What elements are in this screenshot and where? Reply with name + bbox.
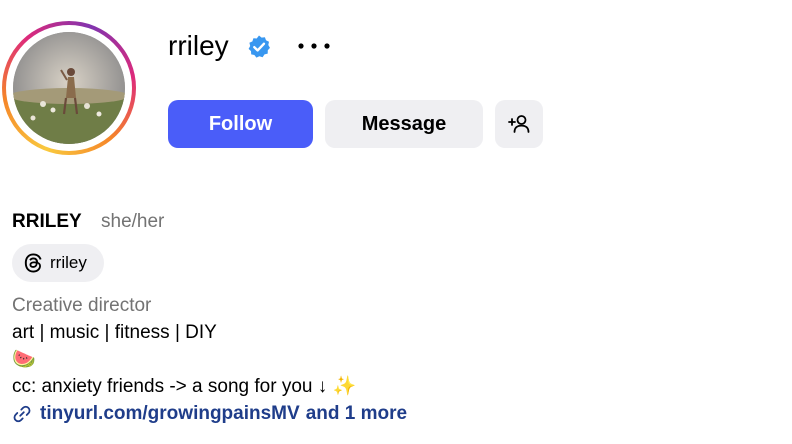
threads-icon (24, 253, 42, 273)
profile-full-name: RRILEY (12, 211, 82, 232)
bio-line: art | music | fitness | DIY (12, 322, 217, 343)
message-button[interactable]: Message (325, 100, 483, 148)
more-options-icon[interactable] (296, 36, 332, 56)
threads-handle: rriley (50, 253, 87, 272)
bio-line: cc: anxiety friends -> a song for you ↓ … (12, 376, 357, 397)
bio-link-more[interactable]: and 1 more (306, 402, 407, 426)
profile-category: Creative director (12, 295, 152, 316)
bio-link[interactable]: tinyurl.com/growingpainsMV and 1 more (12, 402, 407, 426)
profile-username: rriley (168, 30, 229, 61)
link-icon (13, 405, 31, 423)
avatar-ring-gap (6, 25, 132, 151)
suggested-users-button[interactable] (495, 100, 543, 148)
avatar (13, 32, 125, 144)
threads-link-chip[interactable]: rriley (12, 244, 104, 282)
follow-button[interactable]: Follow (168, 100, 313, 148)
avatar-photo-illustration (13, 32, 125, 144)
avatar-story-ring[interactable] (2, 21, 136, 155)
verified-badge-icon (248, 35, 270, 58)
profile-page: rriley Follow Message RRILEY she/her rri… (0, 0, 792, 444)
profile-pronouns: she/her (101, 211, 165, 232)
add-user-icon (508, 115, 530, 133)
bio-emoji-line: 🍉 (12, 349, 36, 370)
bio-link-url[interactable]: tinyurl.com/growingpainsMV (40, 402, 300, 426)
